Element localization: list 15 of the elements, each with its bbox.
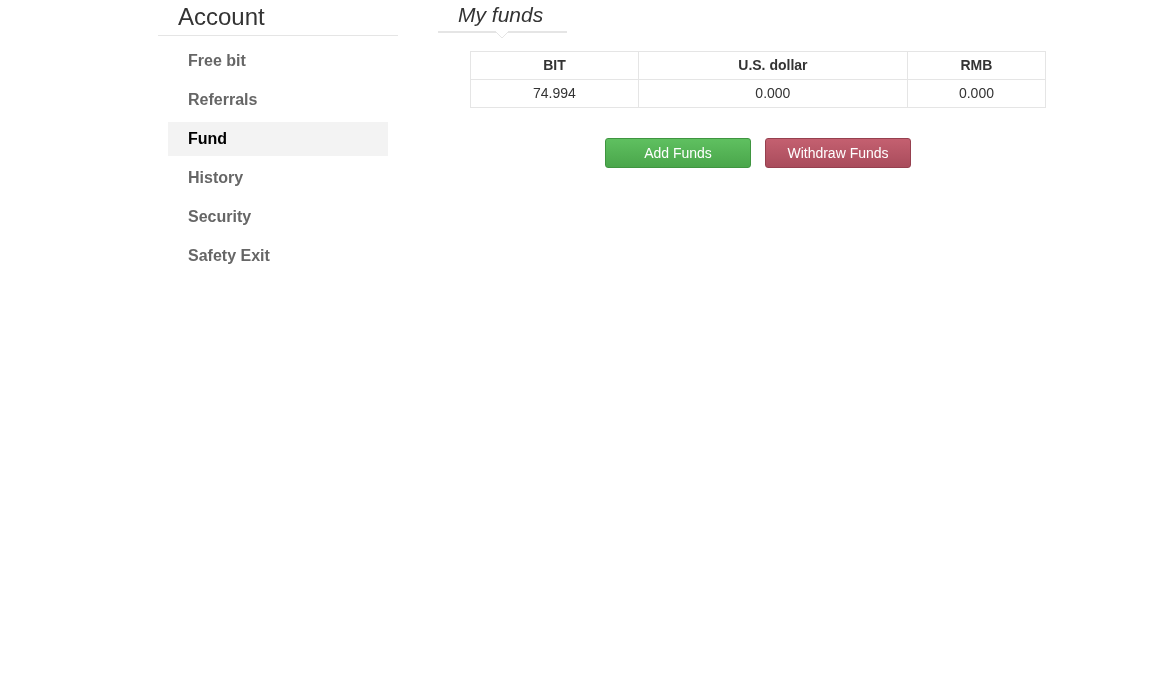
sidebar-item[interactable]: Free bit — [168, 44, 388, 78]
section-title: My funds — [457, 2, 545, 28]
table-cell: 0.000 — [907, 79, 1046, 108]
sidebar-item[interactable]: Referrals — [168, 83, 388, 117]
column-header: U.S. dollar — [638, 51, 908, 80]
table-cell: 74.994 — [470, 79, 639, 108]
column-header: BIT — [470, 51, 639, 80]
sidebar-item[interactable]: Security — [168, 200, 388, 234]
sidebar-item[interactable]: Fund — [168, 122, 388, 156]
sidebar-title: Account — [158, 0, 398, 36]
sidebar-item[interactable]: History — [168, 161, 388, 195]
table-cell: 0.000 — [638, 79, 908, 108]
column-header: RMB — [907, 51, 1046, 80]
withdraw-button[interactable]: Withdraw Funds — [765, 138, 911, 168]
sidebar-item[interactable]: Safety Exit — [168, 239, 388, 273]
